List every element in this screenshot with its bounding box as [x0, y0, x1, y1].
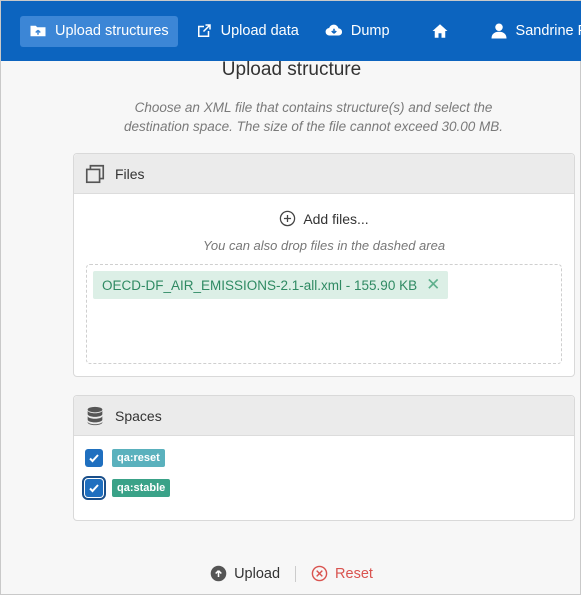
cloud-download-icon [325, 24, 342, 36]
reset-label: Reset [335, 565, 373, 582]
nav-upload-data[interactable]: Upload data [186, 16, 308, 47]
file-chip: OECD-DF_AIR_EMISSIONS-2.1-all.xml - 155.… [93, 271, 449, 299]
space-row-qa-reset: qa:reset [85, 449, 165, 467]
user-icon [491, 23, 507, 39]
check-icon [89, 454, 99, 463]
plus-circle-icon [280, 210, 296, 227]
nav-user-name: Sandrine Phelipe [515, 23, 581, 39]
page-title: Upload structure [221, 59, 362, 80]
spaces-panel-header: Spaces [74, 396, 574, 436]
check-icon [89, 484, 99, 493]
file-chip-label: OECD-DF_AIR_EMISSIONS-2.1-all.xml - 155.… [102, 277, 418, 293]
folder-upload-icon [30, 25, 46, 37]
files-panel-header: Files [74, 154, 574, 194]
drop-hint: You can also drop files in the dashed ar… [202, 238, 446, 253]
page-description: Choose an XML file that contains structu… [124, 100, 503, 134]
external-link-icon [197, 24, 211, 37]
database-icon [87, 406, 103, 425]
arrow-up-circle-icon [210, 565, 227, 582]
upload-button[interactable]: Upload [210, 565, 280, 582]
nav-dump[interactable]: Dump [316, 16, 399, 47]
spaces-panel-title: Spaces [115, 407, 162, 424]
close-circle-icon [311, 565, 328, 582]
upload-label: Upload [234, 565, 281, 582]
space-checkbox-qa-stable[interactable] [82, 476, 106, 500]
home-icon [432, 24, 448, 38]
nav-upload-data-label: Upload data [220, 23, 299, 39]
remove-file-icon[interactable]: ✕ [426, 275, 440, 295]
file-dropzone[interactable]: OECD-DF_AIR_EMISSIONS-2.1-all.xml - 155.… [86, 264, 562, 364]
form-actions: Upload Reset [1, 565, 581, 582]
space-tag-qa-stable: qa:stable [112, 479, 171, 497]
nav-upload-structures-label: Upload structures [55, 23, 169, 39]
top-nav: Upload structures Upload data Dump Sandr… [1, 1, 581, 61]
spaces-panel: Spaces qa:reset qa:stable [73, 395, 575, 521]
copy-icon [85, 164, 105, 183]
reset-button[interactable]: Reset [311, 565, 373, 582]
nav-dump-label: Dump [350, 23, 390, 39]
nav-upload-structures[interactable]: Upload structures [20, 15, 178, 47]
files-panel: Files Add files... You can also drop fil… [73, 153, 575, 377]
space-checkbox-qa-reset[interactable] [85, 449, 103, 467]
add-files-label: Add files... [303, 210, 369, 227]
files-panel-title: Files [115, 165, 145, 182]
space-row-qa-stable: qa:stable [82, 476, 171, 500]
actions-separator [295, 565, 297, 582]
add-files-button[interactable]: Add files... [74, 210, 574, 227]
nav-user[interactable]: Sandrine Phelipe [481, 16, 581, 47]
space-tag-qa-reset: qa:reset [112, 449, 165, 467]
nav-home[interactable] [423, 16, 457, 47]
